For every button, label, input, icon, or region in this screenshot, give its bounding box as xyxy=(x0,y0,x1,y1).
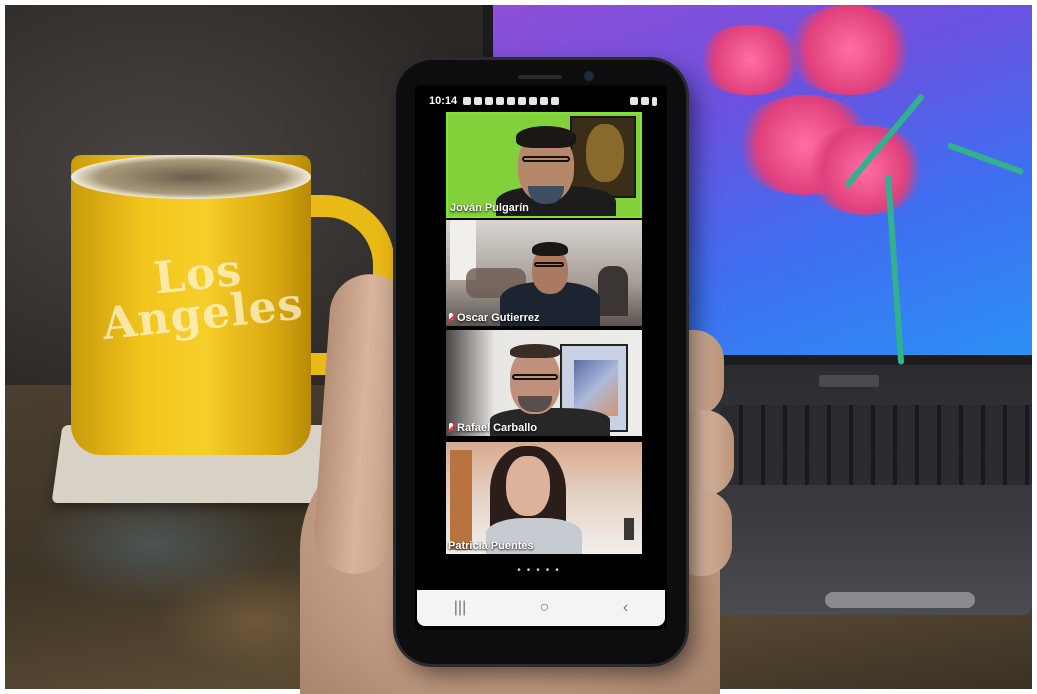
participant-name: Rafael Carballo xyxy=(448,422,537,434)
notification-icon xyxy=(463,97,472,105)
android-navigation-bar: ||| ○ ‹ xyxy=(417,590,665,626)
eyeglasses xyxy=(512,374,558,380)
mug-rim xyxy=(71,155,311,199)
video-tile[interactable]: Patricia Puentes xyxy=(446,442,642,554)
laptop-trackpad xyxy=(825,592,975,608)
participant-hair xyxy=(532,242,568,256)
message-icon xyxy=(507,97,516,105)
home-button[interactable]: ○ xyxy=(540,599,550,617)
shelf-object xyxy=(624,518,634,540)
notification-icons xyxy=(463,97,560,105)
wifi-icon xyxy=(529,97,538,105)
phone-speaker xyxy=(518,75,562,79)
wifi-signal-icon xyxy=(630,97,638,105)
cell-signal-icon xyxy=(641,97,649,105)
muted-mic-icon xyxy=(448,423,455,433)
office-person xyxy=(598,266,628,316)
front-camera xyxy=(584,71,594,81)
video-tile-active-speaker[interactable]: Jován Pulgarín xyxy=(446,112,642,218)
artwork-figure xyxy=(574,360,618,416)
participant-name: Patricia Puentes xyxy=(448,540,534,552)
participant-name: Jován Pulgarín xyxy=(450,202,529,214)
flower-petal xyxy=(805,125,925,215)
system-status-icons xyxy=(630,96,657,106)
participant-hair xyxy=(516,126,576,148)
youtube-icon xyxy=(551,97,560,105)
sync-icon xyxy=(496,97,505,105)
video-icon xyxy=(518,97,527,105)
laptop-base xyxy=(705,365,1032,615)
video-tile[interactable]: Oscar Gutierrez xyxy=(446,220,642,326)
page-indicator-dots[interactable]: ••••• xyxy=(415,565,667,576)
eyeglasses xyxy=(522,156,570,162)
participant-hair xyxy=(510,344,560,358)
download-icon xyxy=(540,97,549,105)
laptop-keyboard xyxy=(721,405,1032,485)
eyeglasses xyxy=(534,262,564,267)
status-time: 10:14 xyxy=(429,95,458,107)
participant-name: Oscar Gutierrez xyxy=(448,312,540,324)
video-tile[interactable]: Rafael Carballo xyxy=(446,330,642,436)
muted-mic-icon xyxy=(448,313,455,323)
doorway xyxy=(450,450,472,550)
recents-button[interactable]: ||| xyxy=(454,599,466,617)
laptop-logo xyxy=(819,375,879,387)
battery-icon xyxy=(652,96,657,106)
participant-head xyxy=(506,456,550,516)
instagram-icon xyxy=(474,97,483,105)
back-button[interactable]: ‹ xyxy=(623,599,628,617)
painting-face xyxy=(586,124,624,182)
flower-petal xyxy=(785,5,915,95)
status-bar: 10:14 xyxy=(415,92,667,110)
check-icon xyxy=(485,97,494,105)
